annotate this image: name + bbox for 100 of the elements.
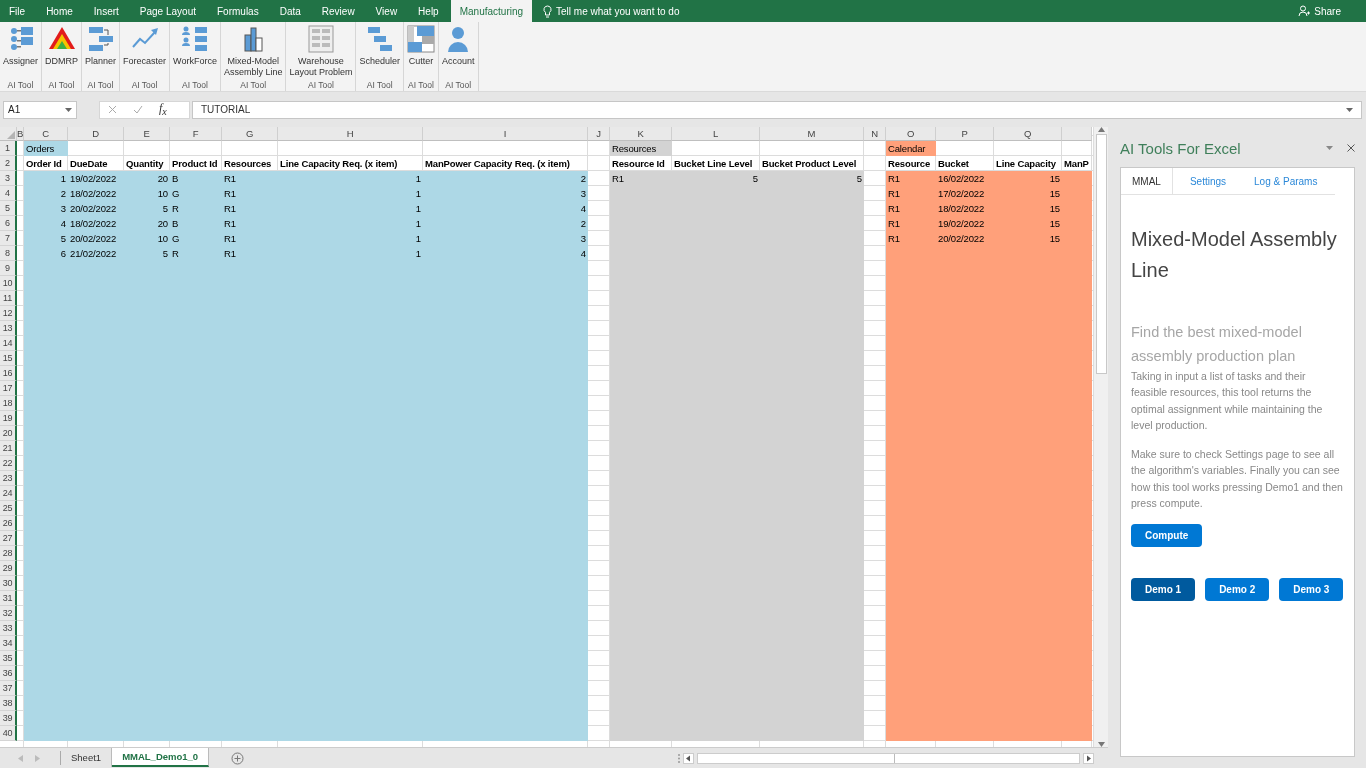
ribbon-button[interactable]: WorkForce <box>171 22 219 79</box>
row-number[interactable]: 34 <box>0 636 17 651</box>
table-cell-text: R <box>171 202 180 216</box>
row-number[interactable]: 6 <box>0 216 17 231</box>
row-number[interactable]: 25 <box>0 501 17 516</box>
row-number[interactable]: 40 <box>0 726 17 741</box>
row-number[interactable]: 37 <box>0 681 17 696</box>
share-button[interactable]: Share <box>1289 0 1350 22</box>
row-number[interactable]: 4 <box>0 186 17 201</box>
name-box[interactable]: A1 <box>3 100 77 119</box>
header-cell-text: Line Capacity <box>995 157 1057 171</box>
row-number[interactable]: 38 <box>0 696 17 711</box>
insert-function-button[interactable]: f$_{x}$ <box>159 101 167 118</box>
column-heading[interactable]: E <box>124 127 170 141</box>
close-icon <box>1347 144 1355 152</box>
row-number[interactable]: 27 <box>0 531 17 546</box>
compute-button[interactable]: Compute <box>1131 524 1203 548</box>
row-number[interactable]: 3 <box>0 171 17 186</box>
column-heading[interactable]: F <box>170 127 222 141</box>
row-number[interactable]: 22 <box>0 456 17 471</box>
ribbon-tab[interactable]: Help <box>409 0 448 22</box>
ribbon-tab[interactable]: Page Layout <box>130 0 205 22</box>
demo-button[interactable]: Demo 1 <box>1131 578 1196 602</box>
person-add-icon <box>1298 5 1311 17</box>
row-number[interactable]: 16 <box>0 366 17 381</box>
ribbon-tab[interactable]: Insert <box>84 0 128 22</box>
column-heading[interactable]: G <box>222 127 278 141</box>
row-number[interactable]: 26 <box>0 516 17 531</box>
column-heading[interactable]: N <box>864 127 886 141</box>
formula-field[interactable]: TUTORIAL <box>192 100 1362 119</box>
ribbon-button[interactable]: Mixed-Model Assembly Line <box>221 22 285 79</box>
ribbon-button[interactable]: Forecaster <box>121 22 169 79</box>
column-heading[interactable]: L <box>672 127 760 141</box>
ribbon-button[interactable]: Assigner <box>1 22 40 79</box>
row-number[interactable]: 39 <box>0 711 17 726</box>
pane-tab[interactable]: Settings <box>1178 168 1238 194</box>
demo-button[interactable]: Demo 3 <box>1279 578 1344 602</box>
row-number[interactable]: 13 <box>0 321 17 336</box>
row-number[interactable]: 17 <box>0 381 17 396</box>
ribbon-button[interactable]: DDMRP <box>43 22 80 79</box>
row-number[interactable]: 23 <box>0 471 17 486</box>
row-number[interactable]: 35 <box>0 651 17 666</box>
row-number[interactable]: 2 <box>0 156 17 171</box>
ribbon-button[interactable]: Cutter <box>405 22 437 79</box>
row-number[interactable]: 29 <box>0 561 17 576</box>
column-heading[interactable]: C <box>24 127 68 141</box>
blocks-icon <box>86 25 115 53</box>
ribbon-button[interactable]: Scheduler <box>357 22 402 79</box>
column-heading[interactable]: J <box>588 127 610 141</box>
table-cell-text: 15 <box>1048 172 1061 186</box>
scroll-right-icon <box>1083 752 1094 764</box>
scrollbar-thumb[interactable] <box>1095 134 1107 374</box>
row-number[interactable]: 20 <box>0 426 17 441</box>
row-number[interactable]: 33 <box>0 621 17 636</box>
column-heading[interactable]: P <box>936 127 994 141</box>
sheet-tab[interactable]: MMAL_Demo1_0 <box>112 748 210 767</box>
row-number[interactable]: 19 <box>0 411 17 426</box>
column-heading[interactable]: Q <box>994 127 1062 141</box>
row-number[interactable]: 11 <box>0 291 17 306</box>
column-heading[interactable]: I <box>423 127 588 141</box>
column-heading[interactable]: K <box>610 127 672 141</box>
ribbon-tab[interactable]: Manufacturing <box>450 0 533 22</box>
column-heading[interactable] <box>1062 127 1092 141</box>
shelf-grid-icon <box>306 25 335 53</box>
ribbon-button[interactable]: Account <box>440 22 477 79</box>
gantt-icon <box>365 25 394 53</box>
row-number[interactable]: 5 <box>0 201 17 216</box>
search-prompt[interactable]: Tell me what you want to do <box>556 5 680 17</box>
ribbon-button[interactable]: Planner <box>83 22 119 79</box>
column-heading[interactable]: M <box>760 127 864 141</box>
row-number[interactable]: 9 <box>0 261 17 276</box>
row-number[interactable]: 32 <box>0 606 17 621</box>
row-number[interactable]: 7 <box>0 231 17 246</box>
ribbon-button[interactable]: Warehouse Layout Problem <box>287 22 355 79</box>
row-number[interactable]: 18 <box>0 396 17 411</box>
column-heading[interactable]: H <box>278 127 423 141</box>
row-number[interactable]: 24 <box>0 486 17 501</box>
ribbon-tab[interactable]: File <box>0 0 35 22</box>
row-number[interactable]: 8 <box>0 246 17 261</box>
row-number[interactable]: 36 <box>0 666 17 681</box>
row-number[interactable]: 10 <box>0 276 17 291</box>
table-cell-text: R1 <box>223 232 237 246</box>
row-number[interactable]: 15 <box>0 351 17 366</box>
row-number[interactable]: 31 <box>0 591 17 606</box>
pane-tab[interactable]: Log & Params <box>1243 168 1329 194</box>
row-number[interactable]: 1 <box>0 141 17 156</box>
column-heading[interactable]: D <box>68 127 124 141</box>
column-heading[interactable]: O <box>886 127 936 141</box>
ribbon-tab[interactable]: Home <box>37 0 82 22</box>
row-number[interactable]: 21 <box>0 441 17 456</box>
row-number[interactable]: 28 <box>0 546 17 561</box>
next-sheet-icon <box>35 754 40 762</box>
row-number[interactable]: 12 <box>0 306 17 321</box>
demo-button[interactable]: Demo 2 <box>1205 578 1270 602</box>
row-number[interactable]: 14 <box>0 336 17 351</box>
ribbon-tab[interactable]: Data <box>270 0 310 22</box>
ribbon-tab[interactable]: Formulas <box>208 0 268 22</box>
ribbon-tab[interactable]: View <box>366 0 407 22</box>
row-number[interactable]: 30 <box>0 576 17 591</box>
ribbon-tab[interactable]: Review <box>312 0 364 22</box>
